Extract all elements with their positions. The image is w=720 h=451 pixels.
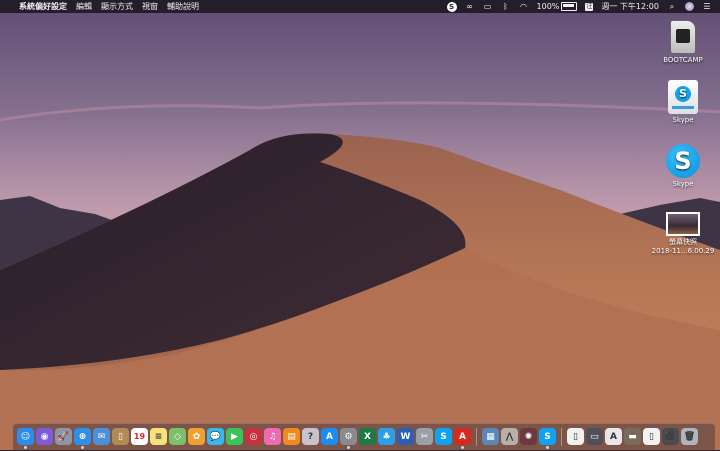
dock-books-icon[interactable]: ▤	[283, 428, 300, 445]
dock-items: ☺ ◉ 🚀 ⊕ ✉ ▯ 19 ≡ ◇ ✿ 💬 ▶ ◎ ♫ ▤? A ⚙ X ♣ W ✂ S A ▦ ⋀ ✺ S ▯ ▭ A ▬ ▯ ⬛ 🗑	[17, 428, 698, 449]
menu-bar: 系統偏好設定 編輯 顯示方式 視窗 輔助說明 S ∞ ▭ ᛒ ◠ 100% 注 …	[0, 0, 720, 13]
desktop-icon-label: Skype	[672, 116, 694, 124]
creative-cloud-icon[interactable]: ∞	[465, 2, 475, 12]
dock-downloads-icon[interactable]: ⬛	[662, 428, 679, 445]
sd-card-icon	[670, 20, 696, 54]
dock-screen-capture-icon[interactable]: ▭	[586, 428, 603, 445]
dock-safari-icon[interactable]: ⊕	[74, 428, 91, 449]
dock-calendar-icon[interactable]: 19	[131, 428, 148, 445]
dock-blank-file-icon[interactable]: ▯	[643, 428, 660, 445]
dock-help-icon[interactable]: ?	[302, 428, 319, 445]
airplay-icon[interactable]: ▭	[483, 2, 493, 12]
dock-preview-icon[interactable]: ▦	[482, 428, 499, 445]
desktop-icon-label: 螢幕快照 2018-11...6.00.29	[651, 238, 715, 255]
skype-app-icon: S	[666, 144, 700, 178]
battery-icon	[561, 2, 578, 11]
dock-image-file-icon[interactable]: ▬	[624, 428, 641, 445]
dock-facetime-icon[interactable]: ▶	[226, 428, 243, 445]
search-icon[interactable]: ⌕	[667, 2, 677, 12]
desktop-icon-screenshot[interactable]: 螢幕快照 2018-11...6.00.29	[643, 212, 720, 256]
desktop-wallpaper	[0, 0, 720, 450]
battery-status[interactable]: 100%	[537, 0, 578, 13]
app-menu-system-preferences[interactable]: 系統偏好設定	[19, 0, 67, 13]
dock-mail-icon[interactable]: ✉	[93, 428, 110, 445]
dock: ☺ ◉ 🚀 ⊕ ✉ ▯ 19 ≡ ◇ ✿ 💬 ▶ ◎ ♫ ▤? A ⚙ X ♣ W ✂ S A ▦ ⋀ ✺ S ▯ ▭ A ▬ ▯ ⬛ 🗑	[13, 423, 715, 451]
dock-bootcamp-assistant-icon[interactable]: ✂	[416, 428, 433, 445]
dock-notes-icon[interactable]: ≡	[150, 428, 167, 445]
dock-separator	[476, 428, 477, 446]
wifi-icon[interactable]: ◠	[519, 2, 529, 12]
desktop-icon-label: BOOTCAMP	[663, 56, 703, 64]
desktop-icon-label: Skype	[672, 180, 694, 188]
dock-skype-2-icon[interactable]: S	[539, 428, 556, 449]
dock-skype-icon[interactable]: S	[435, 428, 452, 445]
skype-disk-image-icon: S	[668, 80, 698, 114]
bluetooth-icon[interactable]: ᛒ	[501, 2, 511, 12]
dock-system-preferences-icon[interactable]: ⚙	[340, 428, 357, 449]
dock-photo-booth-icon[interactable]: ◎	[245, 428, 262, 445]
menu-edit[interactable]: 編輯	[76, 0, 92, 13]
dock-tool-icon[interactable]: ⋀	[501, 428, 518, 445]
dock-launchpad-icon[interactable]: 🚀	[55, 428, 72, 445]
siri-icon[interactable]	[685, 2, 694, 11]
dock-messages-icon[interactable]: 💬	[207, 428, 224, 445]
menu-window[interactable]: 視窗	[142, 0, 158, 13]
menu-help[interactable]: 輔助說明	[167, 0, 199, 13]
menu-view[interactable]: 顯示方式	[101, 0, 133, 13]
dock-siri-icon[interactable]: ◉	[36, 428, 53, 445]
dock-app-store-icon[interactable]: A	[321, 428, 338, 445]
screenshot-file-icon	[666, 212, 700, 236]
menu-clock[interactable]: 週一 下午12:00	[601, 0, 659, 13]
dock-itunes-icon[interactable]: ♫	[264, 428, 281, 445]
skype-icon[interactable]: S	[446, 1, 457, 12]
dock-photos-icon[interactable]: ✿	[188, 428, 205, 445]
notification-center-icon[interactable]: ☰	[702, 2, 712, 12]
dock-finder-icon[interactable]: ☺	[17, 428, 34, 449]
dock-excel-icon[interactable]: X	[359, 428, 376, 445]
desktop-icon-bootcamp[interactable]: BOOTCAMP	[643, 20, 720, 65]
dock-text-doc-icon[interactable]: A	[605, 428, 622, 445]
dock-contacts-icon[interactable]: ▯	[112, 428, 129, 445]
dock-messenger-icon[interactable]: ♣	[378, 428, 395, 445]
dock-word-icon[interactable]: W	[397, 428, 414, 445]
desktop-icon-skype-app[interactable]: S Skype	[643, 144, 720, 189]
dock-acrobat-icon[interactable]: A	[454, 428, 471, 449]
dock-photo-app-icon[interactable]: ✺	[520, 428, 537, 445]
dock-trash-icon[interactable]: 🗑	[681, 428, 698, 445]
dock-maps-icon[interactable]: ◇	[169, 428, 186, 445]
desktop-icon-skype-dmg[interactable]: S Skype	[643, 80, 720, 125]
dock-document-icon[interactable]: ▯	[567, 428, 584, 445]
input-method-icon[interactable]: 注	[585, 2, 594, 11]
battery-percent: 100%	[536, 2, 560, 11]
dock-separator	[561, 428, 562, 446]
